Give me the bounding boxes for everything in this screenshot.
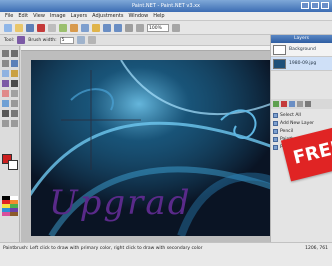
line-icon[interactable] [11,110,18,117]
lasso-icon[interactable] [2,60,9,67]
menu-window[interactable]: Window [128,13,148,19]
blend-mode-icon[interactable] [87,36,96,44]
layer-name: 1980-09.jpg [289,61,317,66]
bucket-icon[interactable] [11,70,18,77]
color-picker-icon[interactable] [11,100,18,107]
new-file-icon[interactable] [4,23,12,32]
move-icon[interactable] [11,50,18,57]
minimize-button[interactable] [301,2,309,9]
open-folder-icon[interactable] [15,23,23,32]
eraser-icon[interactable] [2,90,9,97]
history-icon [273,136,278,142]
window-title: Paint.NET - Paint.NET v3.xx [131,3,201,9]
zoom-select[interactable]: 100% [147,23,169,32]
zoom-out-icon[interactable] [136,23,144,32]
layer-tools [271,99,332,109]
menu-bar: File Edit View Image Layers Adjustments … [0,12,332,21]
duplicate-layer-icon[interactable] [289,101,295,107]
window-title-bar: Paint.NET - Paint.NET v3.xx [0,0,332,12]
redo-icon[interactable] [114,23,122,32]
canvas-handwriting: Upgrad [49,183,191,223]
zoom-in-icon[interactable] [172,23,180,32]
gradient-icon[interactable] [2,100,9,107]
text-icon[interactable] [2,110,9,117]
layer-properties-icon[interactable] [305,101,311,107]
merge-layer-icon[interactable] [297,101,303,107]
toolbox [0,46,20,242]
window-controls [301,2,329,9]
antialias-icon[interactable] [76,36,85,44]
history-item[interactable]: Select All [271,111,332,119]
color-palette[interactable] [2,196,18,238]
ruler [21,46,270,51]
image-canvas[interactable]: Upgrad [31,60,271,236]
select-rect-icon[interactable] [2,50,9,57]
paintbrush-icon[interactable] [2,80,9,87]
status-message: Paintbrush: Left click to draw with prim… [3,246,203,251]
cursor-coordinates: 1206, 761 [305,246,328,251]
undo-icon[interactable] [103,23,111,32]
brush-width-field[interactable]: 5 [59,36,74,44]
grid-icon[interactable] [125,23,133,32]
rectangle-icon[interactable] [2,120,9,127]
menu-layers[interactable]: Layers [71,13,88,19]
layers-panel-title: Layers [271,35,332,43]
clone-stamp-icon[interactable] [11,90,18,97]
layer-thumbnail [273,44,286,55]
tool-label: Tool: [4,37,15,43]
print-icon[interactable] [37,23,45,32]
menu-view[interactable]: View [33,13,45,19]
history-icon [273,144,278,150]
magic-wand-icon[interactable] [2,70,9,77]
save-icon[interactable] [26,23,34,32]
close-button[interactable] [321,2,329,9]
ellipse-icon[interactable] [11,120,18,127]
history-item[interactable]: Add New Layer [271,119,332,127]
paste-icon[interactable] [70,23,78,32]
zoom-tool-icon[interactable] [11,60,18,67]
menu-image[interactable]: Image [50,13,66,19]
copy-icon[interactable] [59,23,67,32]
crop-icon[interactable] [81,23,89,32]
brush-width-label: Brush width: [28,37,57,43]
deselect-icon[interactable] [92,23,100,32]
menu-file[interactable]: File [5,13,13,19]
menu-edit[interactable]: Edit [18,13,28,19]
pencil-icon[interactable] [11,80,18,87]
canvas-artwork: Upgrad [31,60,271,236]
history-icon [273,120,278,126]
status-bar: Paintbrush: Left click to draw with prim… [0,242,332,266]
layer-row[interactable]: Background [271,43,332,57]
history-icon [273,112,278,118]
menu-adjustments[interactable]: Adjustments [92,13,123,19]
layer-name: Background [289,47,316,52]
maximize-button[interactable] [311,2,319,9]
canvas-area: Upgrad [21,46,271,242]
layer-thumbnail [273,58,286,69]
layer-row-selected[interactable]: 1980-09.jpg [271,57,332,71]
main-toolbar: 100% [0,21,332,35]
secondary-color-swatch[interactable] [8,160,18,170]
history-icon [273,128,278,134]
add-layer-icon[interactable] [273,101,279,107]
menu-help[interactable]: Help [153,13,164,19]
cut-icon[interactable] [48,23,56,32]
paintbrush-tool-icon[interactable] [17,36,26,44]
delete-layer-icon[interactable] [281,101,287,107]
